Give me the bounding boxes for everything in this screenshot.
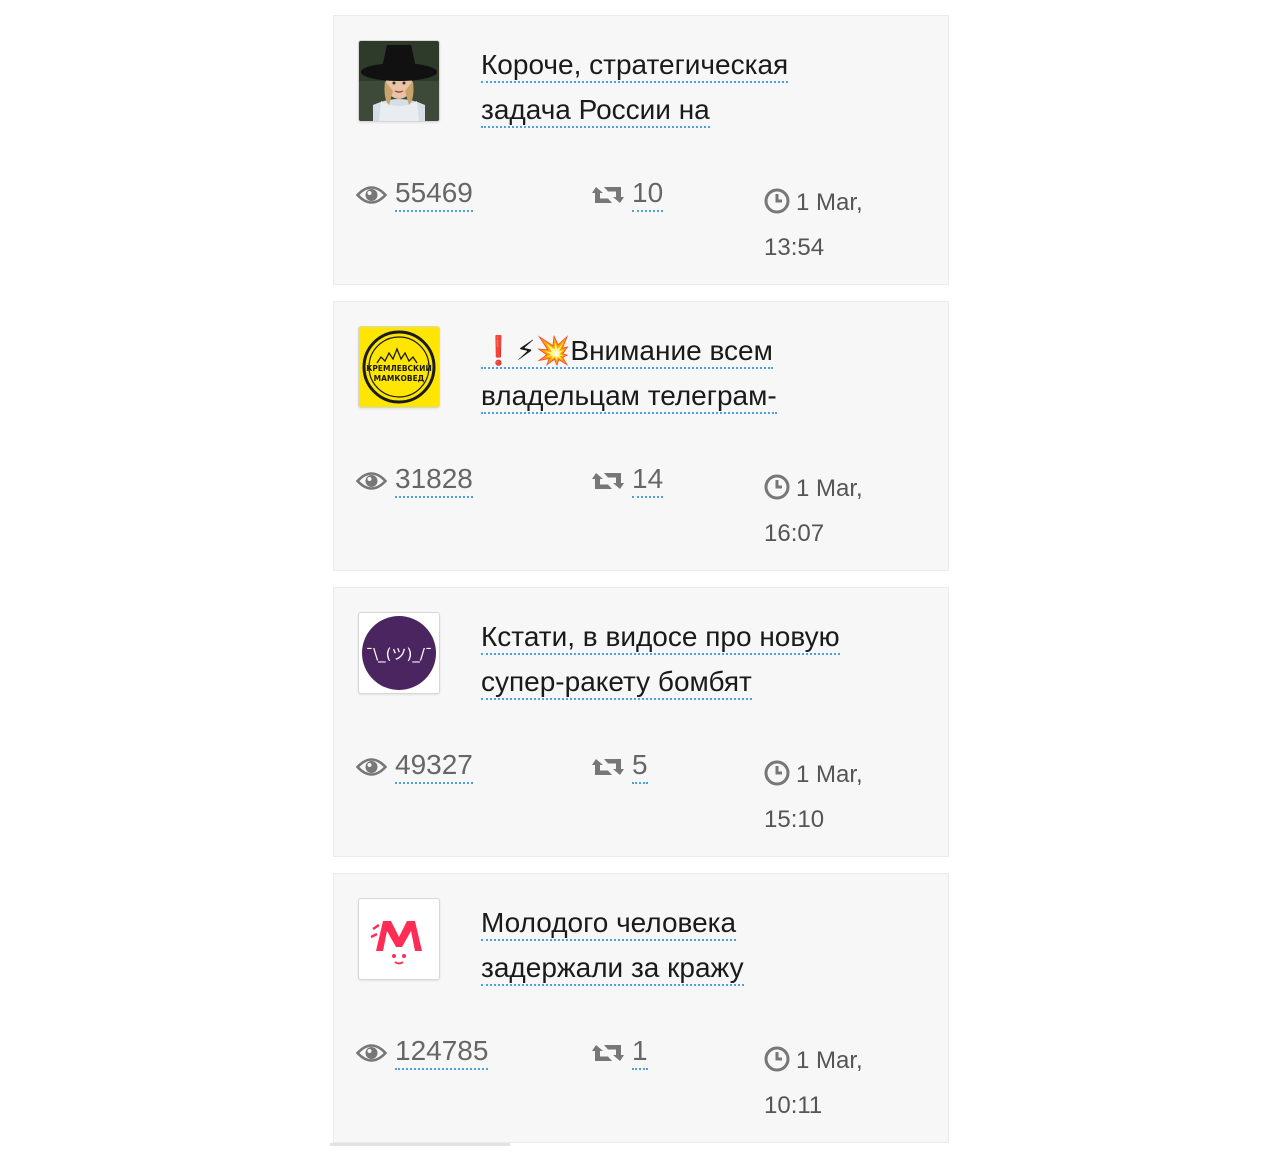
- post-title-line: задержали за кражу: [481, 952, 744, 986]
- post-date: 1 Mar,: [796, 1047, 863, 1074]
- shares-stat[interactable]: 14: [592, 464, 664, 498]
- kremlevsky-mamkoved-logo-icon: КРЕМЛЕВСКИЙ МАМКОВЕД: [359, 327, 439, 407]
- post-title-link[interactable]: Молодого человека задержали за кражу: [481, 900, 921, 990]
- post-card: ¯\_(ツ)_/¯ Кстати, в видосе про новую суп…: [333, 587, 949, 857]
- channel-avatar[interactable]: ¯\_(ツ)_/¯: [358, 612, 440, 694]
- post-title-link[interactable]: Кстати, в видосе про новую супер-ракету …: [481, 614, 921, 704]
- post-title-link[interactable]: Короче, стратегическая задача России на: [481, 42, 921, 132]
- post-timestamp[interactable]: 1 Mar, 16:07: [764, 466, 904, 556]
- woman-in-black-hat-avatar-icon: [359, 41, 439, 121]
- repost-icon: [592, 187, 624, 203]
- post-title-line: Короче, стратегическая: [481, 49, 789, 83]
- views-stat[interactable]: 124785: [356, 1036, 489, 1070]
- post-time: 10:11: [764, 1092, 823, 1119]
- post-feed: Короче, стратегическая задача России на …: [333, 15, 949, 1159]
- post-timestamp[interactable]: 1 Mar, 13:54: [764, 180, 904, 270]
- views-count: 49327: [395, 750, 473, 784]
- shrug-emoticon-logo-icon: ¯\_(ツ)_/¯: [359, 613, 439, 693]
- eye-icon: [356, 1044, 387, 1062]
- logo-text: ¯\_(ツ)_/¯: [366, 645, 433, 664]
- views-count: 55469: [395, 178, 473, 212]
- post-timestamp[interactable]: 1 Mar, 15:10: [764, 752, 904, 842]
- views-stat[interactable]: 49327: [356, 750, 473, 784]
- repost-icon: [592, 759, 624, 775]
- post-date: 1 Mar,: [796, 475, 863, 502]
- post-title-line: супер-ракету бомбят: [481, 666, 752, 700]
- clock-icon: [764, 760, 790, 786]
- post-time: 15:10: [764, 806, 825, 833]
- clock-icon: [764, 1046, 790, 1072]
- views-stat[interactable]: 55469: [356, 178, 473, 212]
- post-title-link[interactable]: ❗⚡💥Внимание всем владельцам телеграм-: [481, 328, 921, 418]
- repost-icon: [592, 473, 624, 489]
- red-letter-m-logo-icon: [359, 899, 439, 979]
- repost-icon: [592, 1045, 624, 1061]
- views-stat[interactable]: 31828: [356, 464, 473, 498]
- logo-text: КРЕМЛЕВСКИЙ: [366, 364, 431, 373]
- post-title-line: Молодого человека: [481, 907, 737, 941]
- channel-avatar[interactable]: [358, 40, 440, 122]
- post-title-line: Кстати, в видосе про новую: [481, 621, 840, 655]
- horizontal-scrollbar[interactable]: [330, 1143, 510, 1146]
- shares-stat[interactable]: 1: [592, 1036, 648, 1070]
- channel-avatar[interactable]: [358, 898, 440, 980]
- shares-stat[interactable]: 5: [592, 750, 648, 784]
- post-card: Короче, стратегическая задача России на …: [333, 15, 949, 285]
- post-card: Молодого человека задержали за кражу 124…: [333, 873, 949, 1143]
- post-title-line: задача России на: [481, 94, 710, 128]
- shares-count: 1: [632, 1036, 648, 1070]
- eye-icon: [356, 758, 387, 776]
- views-count: 31828: [395, 464, 473, 498]
- post-date: 1 Mar,: [796, 189, 863, 216]
- logo-text: МАМКОВЕД: [374, 374, 425, 383]
- shares-count: 10: [632, 178, 664, 212]
- clock-icon: [764, 474, 790, 500]
- post-time: 13:54: [764, 234, 825, 261]
- post-timestamp[interactable]: 1 Mar, 10:11: [764, 1038, 904, 1128]
- post-card: КРЕМЛЕВСКИЙ МАМКОВЕД ❗⚡💥Внимание всем вл…: [333, 301, 949, 571]
- eye-icon: [356, 186, 387, 204]
- eye-icon: [356, 472, 387, 490]
- post-title-line: ❗⚡💥Внимание всем: [481, 335, 773, 369]
- views-count: 124785: [395, 1036, 489, 1070]
- post-date: 1 Mar,: [796, 761, 863, 788]
- channel-avatar[interactable]: КРЕМЛЕВСКИЙ МАМКОВЕД: [358, 326, 440, 408]
- shares-count: 5: [632, 750, 648, 784]
- post-time: 16:07: [764, 520, 825, 547]
- shares-stat[interactable]: 10: [592, 178, 664, 212]
- clock-icon: [764, 188, 790, 214]
- shares-count: 14: [632, 464, 664, 498]
- post-title-line: владельцам телеграм-: [481, 380, 777, 414]
